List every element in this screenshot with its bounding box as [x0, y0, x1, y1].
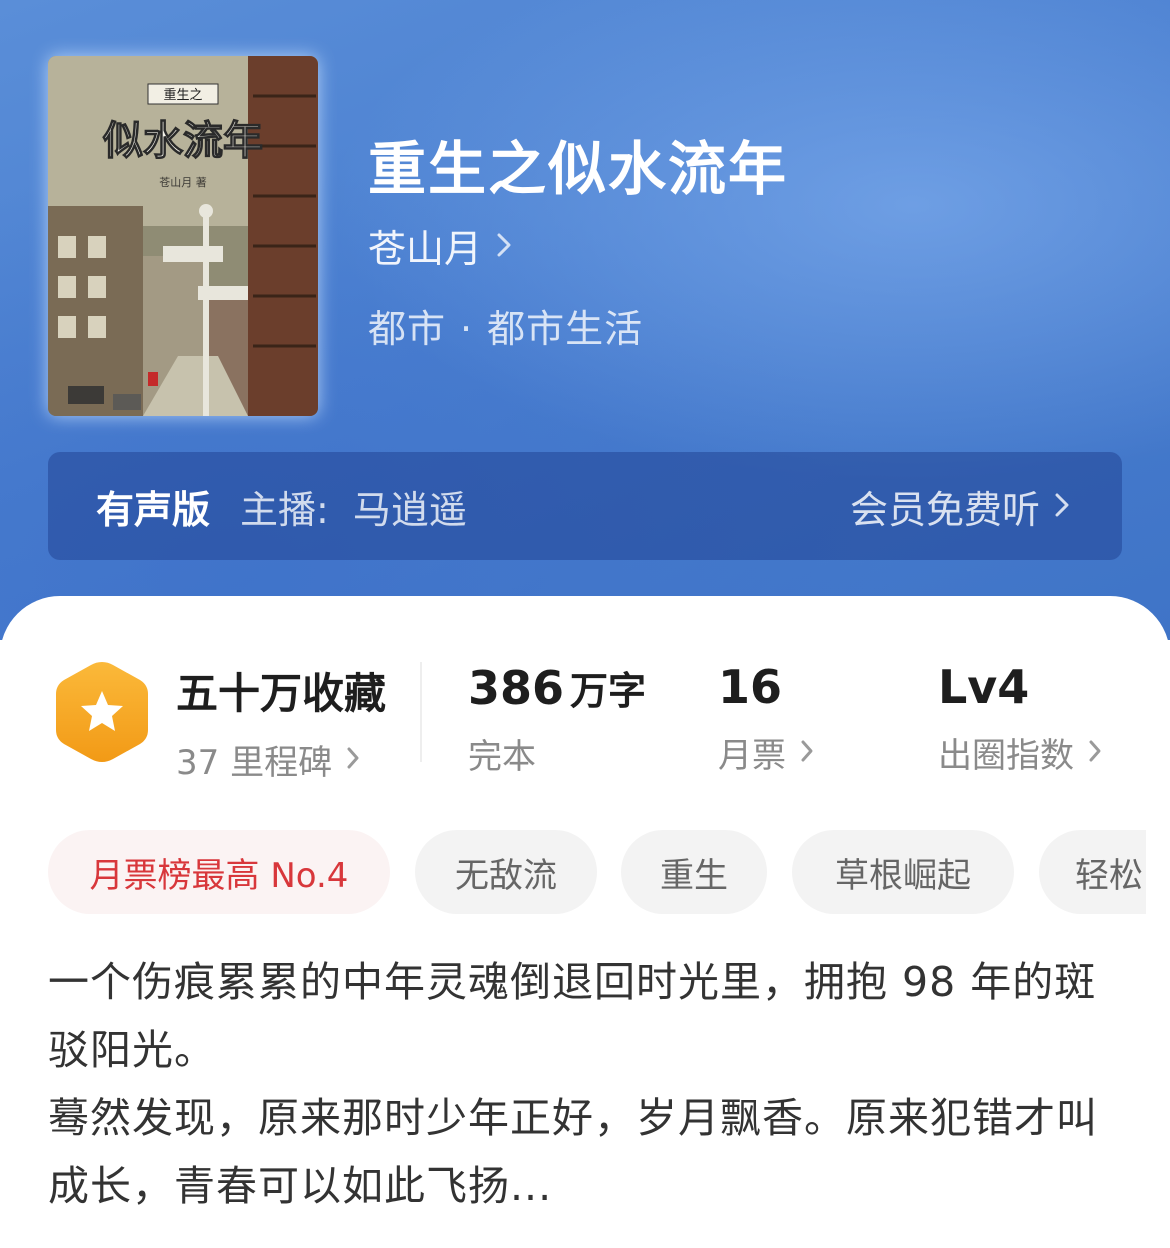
- chevron-right-icon: [1088, 733, 1102, 773]
- tag-ranking[interactable]: 月票榜最高 No.4: [48, 830, 390, 914]
- chevron-right-icon: [346, 740, 360, 780]
- tag-item[interactable]: 无敌流: [415, 830, 597, 914]
- completion-status: 完本: [468, 737, 536, 777]
- tag-item[interactable]: 轻松: [1039, 830, 1146, 914]
- audio-host-name: 马逍遥: [352, 487, 467, 532]
- author-name: 苍山月: [368, 227, 483, 271]
- audio-version-bar[interactable]: 有声版 主播: 马逍遥 会员免费听: [48, 452, 1122, 560]
- favorites-stat[interactable]: 五十万收藏 37 里程碑: [176, 660, 386, 784]
- audio-host-label: 主播:: [240, 487, 329, 532]
- star-hexagon-icon: [52, 658, 152, 766]
- chevron-right-icon: [496, 224, 512, 268]
- monthly-ticket-value: 16: [718, 660, 783, 714]
- influence-stat[interactable]: Lv4 出圈指数: [938, 660, 1102, 777]
- author-link[interactable]: 苍山月: [368, 218, 512, 273]
- chevron-right-icon: [1054, 484, 1070, 528]
- book-header: 重生之 似水流年 苍山月 著 重生之似水流年 苍山月 都市 · 都市生活 有声版 主…: [0, 0, 1170, 640]
- influence-value: Lv4: [938, 660, 1030, 714]
- cover-title-text: 似水流年: [102, 118, 263, 164]
- audio-listen-button[interactable]: 会员免费听: [850, 479, 1070, 534]
- audio-version-title: 有声版: [96, 487, 211, 532]
- cover-series-text: 重生之: [163, 87, 202, 103]
- synopsis-line: 一个伤痕累累的中年灵魂倒退回时光里，拥抱 98 年的斑驳阳光。: [48, 958, 1097, 1074]
- favorites-count: 五十万收藏: [176, 669, 387, 718]
- tag-list: 月票榜最高 No.4 无敌流 重生 草根崛起 轻松: [48, 830, 1146, 914]
- book-cover-image: 重生之 似水流年 苍山月 著: [48, 56, 318, 416]
- monthly-ticket-label: 月票: [718, 736, 786, 776]
- category-label: 都市: [368, 307, 447, 351]
- word-count-stat: 386 万字 完本: [468, 660, 646, 778]
- influence-label: 出圈指数: [938, 736, 1074, 776]
- word-count-value: 386: [468, 661, 565, 715]
- stats-row: 五十万收藏 37 里程碑 386 万字 完本 16 月票 Lv4 出圈指数: [0, 596, 1170, 796]
- book-category: 都市 · 都市生活: [368, 307, 644, 351]
- word-count-unit: 万字: [570, 669, 647, 713]
- book-detail-card: 五十万收藏 37 里程碑 386 万字 完本 16 月票 Lv4 出圈指数 月票…: [0, 596, 1170, 1248]
- tag-item[interactable]: 重生: [621, 830, 767, 914]
- book-synopsis[interactable]: 一个伤痕累累的中年灵魂倒退回时光里，拥抱 98 年的斑驳阳光。 蓦然发现，原来那…: [48, 948, 1120, 1220]
- stats-divider: [420, 662, 422, 762]
- subcategory-label: 都市生活: [487, 307, 644, 351]
- tag-item[interactable]: 草根崛起: [792, 830, 1014, 914]
- book-title: 重生之似水流年: [368, 135, 789, 203]
- cover-author-text: 苍山月 著: [159, 175, 207, 189]
- monthly-ticket-stat[interactable]: 16 月票: [718, 660, 814, 777]
- book-cover[interactable]: 重生之 似水流年 苍山月 著: [48, 56, 318, 416]
- audio-cta-label: 会员免费听: [849, 487, 1040, 532]
- synopsis-line: 蓦然发现，原来那时少年正好，岁月飘香。原来犯错才叫成长，青春可以如此飞扬...: [48, 1094, 1098, 1210]
- chevron-right-icon: [800, 733, 814, 773]
- milestone-count: 37 里程碑: [176, 743, 333, 783]
